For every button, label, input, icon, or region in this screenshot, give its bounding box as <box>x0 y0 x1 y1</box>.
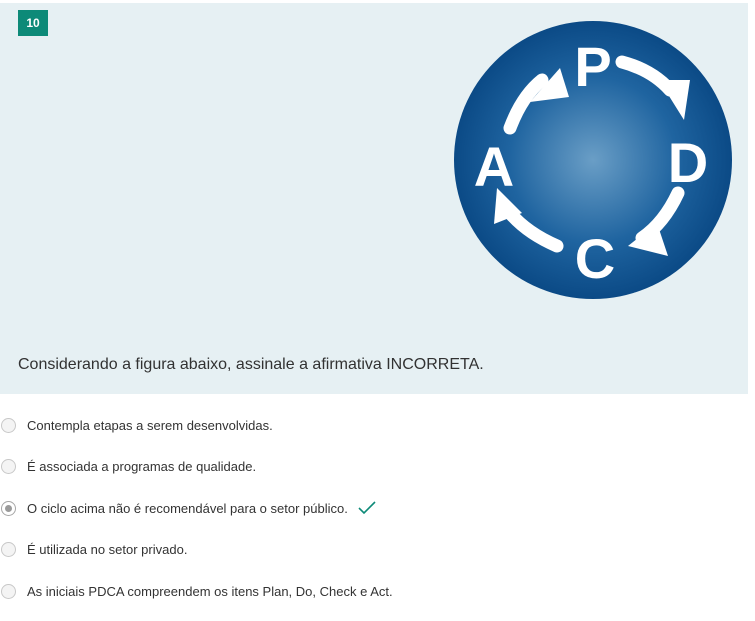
option-4[interactable]: É utilizada no setor privado. <box>0 534 600 564</box>
option-1[interactable]: Contempla etapas a serem desenvolvidas. <box>0 410 600 440</box>
option-label: Contempla etapas a serem desenvolvidas. <box>27 417 273 433</box>
option-label: As iniciais PDCA compreendem os itens Pl… <box>27 583 393 599</box>
radio-button-selected[interactable] <box>1 500 16 516</box>
option-label: É utilizada no setor privado. <box>27 541 188 557</box>
question-number-badge: 10 <box>18 10 48 36</box>
option-label: É associada a programas de qualidade. <box>27 458 257 474</box>
option-3[interactable]: O ciclo acima não é recomendável para o … <box>0 493 600 523</box>
radio-button[interactable] <box>1 583 16 599</box>
radio-button[interactable] <box>1 417 16 433</box>
question-text: Considerando a figura abaixo, assinale a… <box>18 356 484 373</box>
check-icon <box>358 501 376 515</box>
letter-p: P <box>574 35 611 98</box>
letter-a: A <box>474 135 514 198</box>
option-5[interactable]: As iniciais PDCA compreendem os itens Pl… <box>0 576 600 606</box>
option-2[interactable]: É associada a programas de qualidade. <box>0 451 600 481</box>
pdca-cycle-image: P D C A <box>454 21 732 299</box>
radio-button[interactable] <box>1 541 16 557</box>
radio-button[interactable] <box>1 458 16 474</box>
radio-dot <box>5 504 12 512</box>
letter-c: C <box>575 227 615 290</box>
question-panel: 10 P D C A Considerando a figura abaixo,… <box>0 3 748 394</box>
letter-d: D <box>668 131 708 194</box>
option-label: O ciclo acima não é recomendável para o … <box>27 500 348 516</box>
